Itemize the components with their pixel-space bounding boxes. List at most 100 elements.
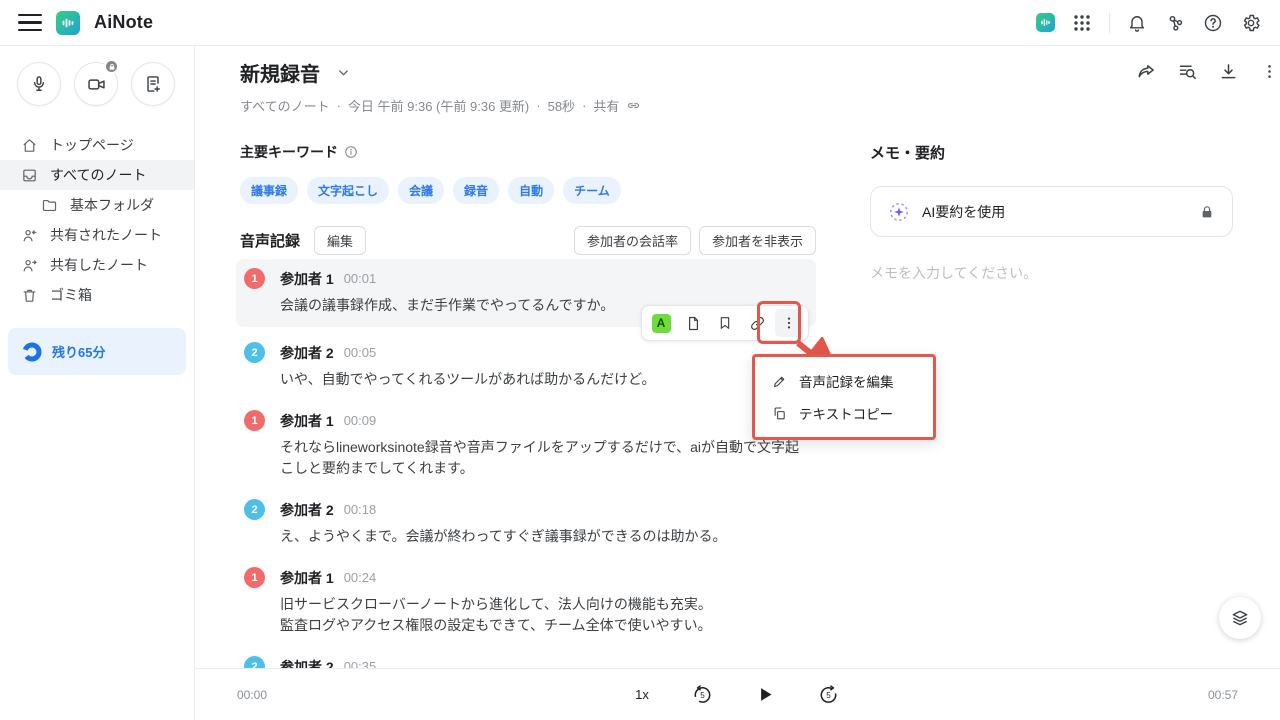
transcript-entry[interactable]: 2 参加者 2 00:35 bbox=[236, 656, 816, 668]
transcript-entry[interactable]: 1 参加者 1 00:09 それならlineworksinote録音や音声ファイ… bbox=[236, 410, 816, 479]
sidebar: トップページ すべてのノート 基本フォルダ 共有されたノート 共有したノート ゴ… bbox=[0, 46, 195, 720]
ai-summary-button[interactable]: AI要約を使用 bbox=[870, 186, 1233, 237]
folder-icon bbox=[40, 196, 58, 214]
record-video-button[interactable] bbox=[74, 62, 118, 106]
remaining-minutes-chip[interactable]: 残り65分 bbox=[8, 328, 186, 375]
speaker-name: 参加者 1 bbox=[280, 269, 334, 289]
layers-fab-button[interactable] bbox=[1219, 597, 1261, 639]
share-link-icon[interactable] bbox=[626, 98, 641, 113]
notes-inbox-icon bbox=[20, 166, 38, 184]
edit-transcript-button[interactable]: 編集 bbox=[314, 226, 366, 255]
sidebar-item-trash[interactable]: ゴミ箱 bbox=[0, 280, 194, 310]
keyword-tag[interactable]: 自動 bbox=[508, 177, 554, 204]
speaker-timestamp[interactable]: 00:18 bbox=[344, 502, 377, 517]
keyword-tag[interactable]: 議事録 bbox=[240, 177, 298, 204]
search-transcript-icon[interactable] bbox=[1176, 60, 1198, 82]
more-options-kebab-icon[interactable] bbox=[1258, 60, 1280, 82]
transcript-header: 音声記録 編集 参加者の会話率 参加者を非表示 bbox=[240, 226, 816, 255]
menu-item-edit-transcript[interactable]: 音声記録を編集 bbox=[755, 365, 933, 397]
pencil-icon bbox=[771, 373, 788, 390]
app-title: AiNote bbox=[94, 12, 153, 33]
speaker-avatar: 1 bbox=[244, 567, 265, 588]
keyword-tag[interactable]: チーム bbox=[563, 177, 621, 204]
app-grid-icon[interactable] bbox=[1071, 12, 1093, 34]
meta-collection: すべてのノート bbox=[240, 96, 330, 115]
settings-gear-icon[interactable] bbox=[1240, 12, 1262, 34]
highlight-icon[interactable]: A bbox=[647, 309, 675, 337]
speaker-name: 参加者 2 bbox=[280, 500, 334, 520]
meta-separator: · bbox=[582, 98, 586, 113]
svg-text:5: 5 bbox=[700, 691, 705, 700]
lock-badge-icon bbox=[104, 59, 119, 74]
speaker-avatar: 2 bbox=[244, 499, 265, 520]
meta-share-label[interactable]: 共有 bbox=[593, 96, 619, 115]
app-mini-logo-icon[interactable] bbox=[1036, 13, 1055, 32]
keywords-title: 主要キーワード bbox=[240, 142, 338, 162]
organization-icon[interactable] bbox=[1164, 12, 1186, 34]
memo-title: メモ・要約 bbox=[870, 142, 1233, 163]
app-logo[interactable] bbox=[56, 11, 80, 35]
person-arrow-in-icon bbox=[20, 226, 38, 244]
record-audio-button[interactable] bbox=[17, 62, 61, 106]
sidebar-item-all-notes[interactable]: すべてのノート bbox=[0, 160, 194, 190]
chevron-down-icon[interactable] bbox=[336, 65, 351, 80]
transcript-text[interactable]: いや、自動でやってくれるツールがあれば助かるんだけど。 bbox=[244, 369, 804, 390]
note-title: 新規録音 bbox=[240, 58, 320, 87]
notifications-bell-icon[interactable] bbox=[1126, 12, 1148, 34]
svg-text:5: 5 bbox=[826, 691, 831, 700]
copy-icon bbox=[771, 405, 788, 422]
keyword-tags: 議事録 文字起こし 会議 録音 自動 チーム bbox=[240, 177, 816, 204]
speaker-avatar: 1 bbox=[244, 268, 265, 289]
page-icon[interactable] bbox=[679, 309, 707, 337]
context-menu: 音声記録を編集 テキストコピー bbox=[752, 354, 936, 440]
meta-duration: 58秒 bbox=[548, 96, 575, 115]
home-icon bbox=[20, 136, 38, 154]
audio-player-bar: 00:00 1x 5 5 00:57 bbox=[195, 668, 1280, 720]
speaker-timestamp[interactable]: 00:35 bbox=[344, 659, 377, 668]
menu-item-copy-text[interactable]: テキストコピー bbox=[755, 397, 933, 429]
share-icon[interactable] bbox=[1135, 60, 1157, 82]
speaker-timestamp[interactable]: 00:05 bbox=[344, 345, 377, 360]
help-icon[interactable] bbox=[1202, 12, 1224, 34]
transcript-text[interactable]: それならlineworksinote録音や音声ファイルをアップするだけで、aiが… bbox=[244, 437, 804, 479]
transcript-text[interactable]: 旧サービスクローバーノートから進化して、法人向けの機能も充実。 監査ログやアクセ… bbox=[244, 594, 804, 636]
rewind-5s-icon[interactable]: 5 bbox=[691, 683, 714, 706]
speaker-name: 参加者 1 bbox=[280, 411, 334, 431]
talk-ratio-button[interactable]: 参加者の会話率 bbox=[574, 226, 691, 255]
menu-item-label: 音声記録を編集 bbox=[799, 371, 894, 391]
sidebar-item-shared-with-me[interactable]: 共有されたノート bbox=[0, 220, 194, 250]
speaker-timestamp[interactable]: 00:24 bbox=[344, 570, 377, 585]
play-button[interactable] bbox=[756, 685, 775, 704]
forward-5s-icon[interactable]: 5 bbox=[817, 683, 840, 706]
speaker-name: 参加者 2 bbox=[280, 343, 334, 363]
speaker-timestamp[interactable]: 00:09 bbox=[344, 413, 377, 428]
keyword-tag[interactable]: 録音 bbox=[453, 177, 499, 204]
sidebar-item-basic-folder[interactable]: 基本フォルダ bbox=[0, 190, 194, 220]
sidebar-item-label: すべてのノート bbox=[50, 165, 146, 185]
info-icon[interactable] bbox=[344, 145, 358, 159]
sidebar-item-top-page[interactable]: トップページ bbox=[0, 130, 194, 160]
keyword-tag[interactable]: 会議 bbox=[398, 177, 444, 204]
hide-participants-button[interactable]: 参加者を非表示 bbox=[699, 226, 816, 255]
keyword-tag[interactable]: 文字起こし bbox=[307, 177, 389, 204]
speaker-timestamp[interactable]: 00:01 bbox=[344, 271, 377, 286]
transcript-entry[interactable]: 1 参加者 1 00:24 旧サービスクローバーノートから進化して、法人向けの機… bbox=[236, 567, 816, 636]
note-meta: すべてのノート · 今日 午前 9:36 (午前 9:36 更新) · 58秒 … bbox=[240, 96, 1235, 115]
topbar-divider bbox=[1109, 13, 1110, 33]
top-bar: AiNote bbox=[0, 0, 1280, 46]
sidebar-item-shared-by-me[interactable]: 共有したノート bbox=[0, 250, 194, 280]
bookmark-icon[interactable] bbox=[711, 309, 739, 337]
download-icon[interactable] bbox=[1217, 60, 1239, 82]
new-note-button[interactable] bbox=[131, 62, 175, 106]
transcript-entry[interactable]: 2 参加者 2 00:05 いや、自動でやってくれるツールがあれば助かるんだけど… bbox=[236, 342, 816, 390]
entry-kebab-icon[interactable] bbox=[775, 309, 803, 337]
speaker-avatar: 2 bbox=[244, 342, 265, 363]
transcript-text[interactable]: え、ようやくまで。会議が終わってすぐぎ議事録ができるのは助かる。 bbox=[244, 526, 804, 547]
hamburger-menu-icon[interactable] bbox=[18, 11, 42, 35]
playback-speed-button[interactable]: 1x bbox=[635, 687, 649, 702]
transcript-entry[interactable]: 2 参加者 2 00:18 え、ようやくまで。会議が終わってすぐぎ議事録ができる… bbox=[236, 499, 816, 547]
ai-sparkle-icon bbox=[888, 201, 910, 223]
link-icon[interactable] bbox=[743, 309, 771, 337]
remaining-minutes-label: 残り65分 bbox=[52, 342, 105, 361]
memo-input-placeholder[interactable]: メモを入力してください。 bbox=[870, 263, 1233, 283]
